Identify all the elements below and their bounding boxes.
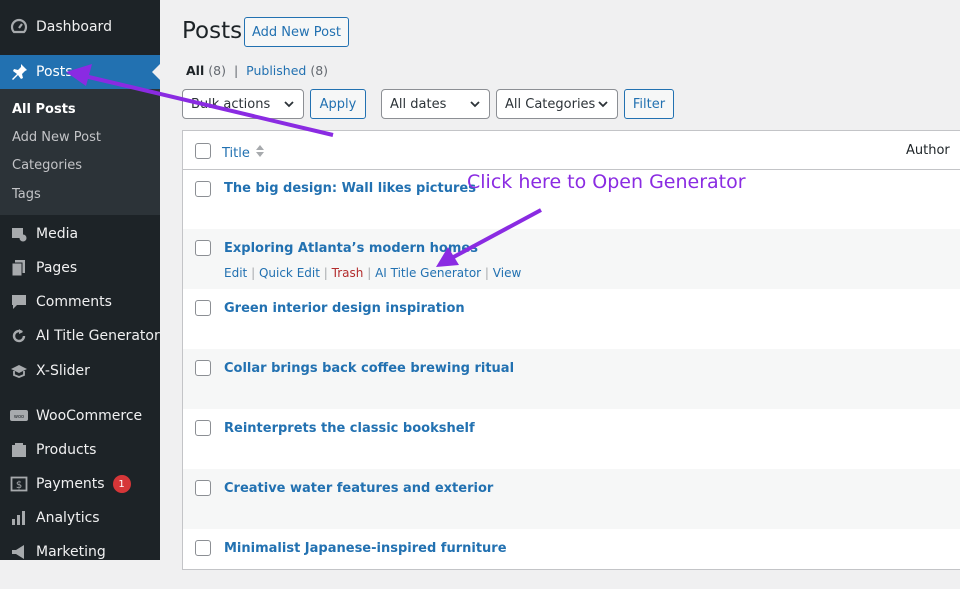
arrow-to-posts [75, 72, 334, 137]
arrow-to-ai-link [447, 208, 542, 262]
annotation-arrows [66, 64, 542, 267]
arrow-head-posts [66, 64, 92, 86]
